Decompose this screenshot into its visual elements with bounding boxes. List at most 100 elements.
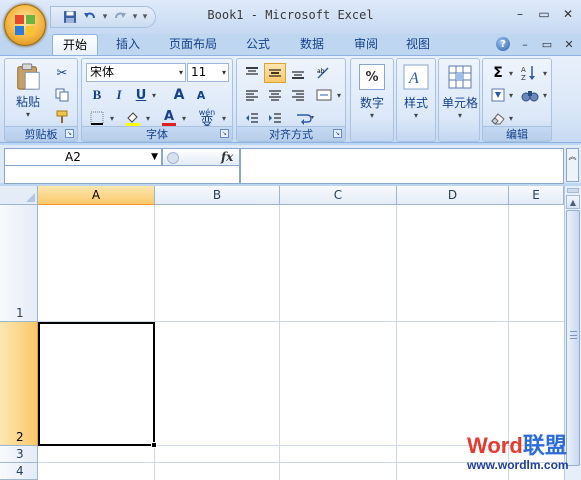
ribbon: 粘贴 ▾ ✂ 剪贴板 ↘ 宋体 ▾ 11 ▾ B I U ▾ A A ▾ ▾ A…: [0, 55, 581, 143]
workbook-minimize-icon[interactable]: –: [517, 36, 533, 52]
tab-formulas[interactable]: 公式: [236, 34, 280, 55]
bold-button[interactable]: B: [86, 85, 108, 105]
increase-indent-button[interactable]: [264, 108, 286, 128]
alignment-launcher-icon[interactable]: ↘: [333, 129, 342, 138]
tab-insert[interactable]: 插入: [106, 34, 150, 55]
wrap-text-button[interactable]: ▾: [291, 108, 321, 128]
font-size-combo[interactable]: 11 ▾: [187, 63, 229, 82]
workbook-restore-icon[interactable]: ▭: [539, 36, 555, 52]
decrease-indent-button[interactable]: [241, 108, 263, 128]
insert-function-button[interactable]: fx: [221, 150, 233, 164]
format-painter-button[interactable]: [51, 107, 73, 127]
formula-bar-expanded-area: [4, 166, 240, 184]
active-cell-a2[interactable]: [38, 322, 157, 448]
row-header-3[interactable]: 3: [0, 446, 38, 463]
cells-button[interactable]: 单元格 ▾: [441, 63, 479, 121]
tab-home[interactable]: 开始: [52, 34, 98, 55]
format-painter-icon: [56, 110, 68, 123]
row-header-1[interactable]: 1: [0, 205, 38, 322]
svg-text:▾: ▾: [311, 114, 314, 121]
split-box[interactable]: [567, 188, 579, 193]
cut-button[interactable]: ✂: [51, 63, 73, 83]
number-dropdown-icon: ▾: [369, 111, 374, 120]
font-color-dropdown-icon[interactable]: ▾: [180, 113, 188, 123]
name-box[interactable]: A2 ▼: [4, 148, 162, 166]
fill-dropdown-icon[interactable]: ▾: [507, 90, 515, 100]
select-all-button[interactable]: [0, 186, 38, 205]
svg-text:ab: ab: [317, 68, 325, 75]
font-size-dropdown-icon: ▾: [221, 68, 226, 77]
restore-icon[interactable]: ▭: [535, 6, 553, 22]
orientation-button[interactable]: ab: [313, 63, 335, 83]
number-format-button[interactable]: % 数字 ▾: [354, 63, 390, 121]
underline-button[interactable]: U: [130, 85, 152, 105]
copy-button[interactable]: [51, 85, 73, 105]
autosum-dropdown-icon[interactable]: ▾: [507, 68, 515, 78]
name-box-dropdown-icon[interactable]: ▼: [151, 149, 158, 165]
shrink-font-button[interactable]: A: [190, 85, 212, 105]
font-launcher-icon[interactable]: ↘: [220, 129, 229, 138]
clipboard-launcher-icon[interactable]: ↘: [65, 129, 74, 138]
column-header-a[interactable]: A: [38, 186, 155, 205]
svg-text:A: A: [408, 70, 419, 87]
help-button[interactable]: ?: [495, 36, 511, 52]
thumb-grip-icon: [570, 331, 577, 339]
fill-color-dropdown-icon[interactable]: ▾: [144, 113, 152, 123]
title-bar: ▾ ▾ ▾ Book1 - Microsoft Excel – ▭ ✕: [0, 0, 581, 34]
autosum-button[interactable]: Σ: [487, 63, 509, 83]
grow-font-button[interactable]: A: [168, 85, 190, 105]
column-header-b[interactable]: B: [155, 186, 280, 205]
align-top-icon: [246, 67, 258, 75]
formula-input[interactable]: [240, 148, 564, 184]
paste-button[interactable]: 粘贴 ▾: [11, 63, 45, 119]
fill-color-button[interactable]: [122, 108, 144, 128]
borders-button[interactable]: [86, 108, 108, 128]
editing-group-label: 编辑: [483, 126, 551, 141]
expand-formula-bar-icon[interactable]: ︽: [566, 148, 579, 182]
close-icon[interactable]: ✕: [559, 6, 577, 22]
formula-bar: A2 ▼ fx ︽: [0, 145, 581, 184]
clear-button[interactable]: [487, 108, 509, 128]
fill-button[interactable]: [487, 85, 509, 105]
find-select-button[interactable]: [519, 85, 541, 105]
find-dropdown-icon[interactable]: ▾: [541, 90, 549, 100]
sort-dropdown-icon[interactable]: ▾: [541, 68, 549, 78]
formula-splitter-icon[interactable]: [167, 152, 179, 164]
align-center-icon: [269, 90, 281, 101]
merge-dropdown-icon[interactable]: ▾: [335, 90, 343, 100]
column-header-d[interactable]: D: [397, 186, 509, 205]
scrollbar-thumb[interactable]: [566, 210, 580, 466]
underline-dropdown-icon[interactable]: ▾: [150, 90, 158, 100]
minimize-icon[interactable]: –: [511, 6, 529, 22]
fill-handle[interactable]: [151, 442, 157, 448]
styles-button[interactable]: A 样式 ▾: [399, 63, 433, 121]
column-header-e[interactable]: E: [509, 186, 564, 205]
align-middle-button[interactable]: [264, 63, 286, 83]
phonetic-dropdown-icon[interactable]: ▾: [220, 113, 228, 123]
align-left-button[interactable]: [241, 85, 263, 105]
workbook-close-icon[interactable]: ✕: [561, 36, 577, 52]
tab-view[interactable]: 视图: [396, 34, 440, 55]
tab-page-layout[interactable]: 页面布局: [160, 34, 226, 55]
borders-dropdown-icon[interactable]: ▾: [108, 113, 116, 123]
row-number-4: 4: [16, 464, 24, 478]
font-color-button[interactable]: A: [158, 108, 180, 128]
column-header-c[interactable]: C: [280, 186, 397, 205]
font-name-combo[interactable]: 宋体 ▾: [86, 63, 186, 82]
clear-dropdown-icon[interactable]: ▾: [507, 113, 515, 123]
align-top-button[interactable]: [241, 63, 263, 83]
align-bottom-button[interactable]: [287, 63, 309, 83]
row-header-4[interactable]: 4: [0, 463, 38, 480]
align-right-button[interactable]: [287, 85, 309, 105]
tab-data[interactable]: 数据: [290, 34, 334, 55]
office-button[interactable]: [4, 4, 46, 46]
italic-button[interactable]: I: [108, 85, 130, 105]
number-label: 数字: [359, 96, 384, 110]
row-header-2[interactable]: 2: [0, 322, 38, 446]
scroll-up-arrow-icon[interactable]: ▲: [566, 195, 580, 209]
sort-filter-button[interactable]: AZ: [519, 63, 541, 83]
merge-center-button[interactable]: [313, 85, 335, 105]
align-center-button[interactable]: [264, 85, 286, 105]
sort-filter-icon: AZ: [521, 66, 535, 81]
tab-review[interactable]: 审阅: [344, 34, 388, 55]
